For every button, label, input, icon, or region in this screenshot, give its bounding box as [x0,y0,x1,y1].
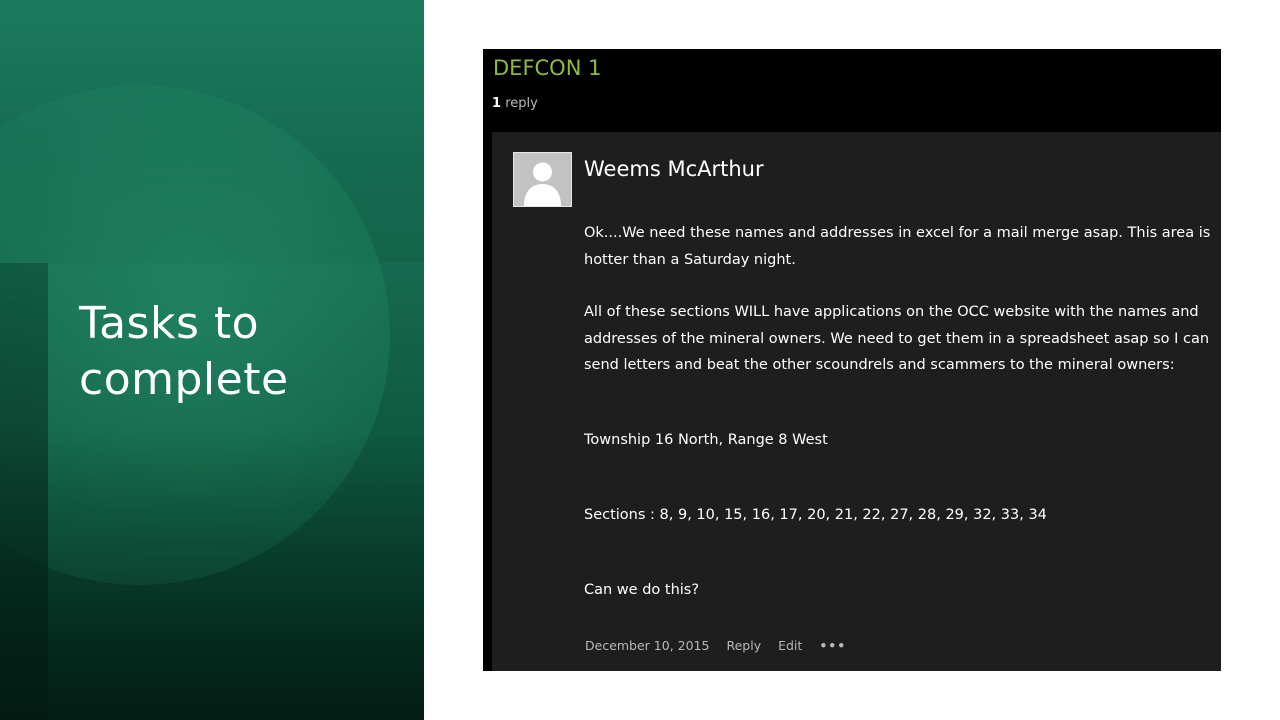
post-meta-bar: December 10, 2015 Reply Edit ••• [585,635,846,657]
reply-button[interactable]: Reply [726,635,761,657]
edit-button[interactable]: Edit [778,635,802,657]
default-user-avatar-icon[interactable] [513,152,572,207]
post-body: Ok....We need these names and addresses … [584,220,1214,604]
forum-thread-screenshot: DEFCON 1 1 reply Weems McArthur Ok....We… [483,49,1221,671]
post-paragraph: Can we do this? [584,582,700,598]
panel-bottom-shade [0,430,424,720]
post-date: December 10, 2015 [585,638,710,653]
post-author[interactable]: Weems McArthur [584,154,764,184]
post-paragraph: Sections : 8, 9, 10, 15, 16, 17, 20, 21,… [584,507,1047,523]
slide: Tasks to complete DEFCON 1 1 reply Weems… [0,0,1280,720]
slide-title-line-2: complete [79,354,289,405]
slide-title: Tasks to complete [79,296,409,408]
post-paragraph: Township 16 North, Range 8 West [584,432,828,448]
left-green-panel: Tasks to complete [0,0,424,720]
slide-title-line-1: Tasks to [79,298,260,349]
reply-count-number: 1 [492,96,502,111]
post-paragraph: All of these sections WILL have applicat… [584,304,1210,373]
reply-count: 1 reply [492,95,538,113]
reply-count-label: reply [505,96,538,111]
post-paragraph: Ok....We need these names and addresses … [584,225,1211,268]
avatar-silhouette [514,153,571,206]
forum-post: Weems McArthur Ok....We need these names… [492,132,1221,671]
more-options-icon[interactable]: ••• [819,635,846,657]
thread-title[interactable]: DEFCON 1 [493,53,601,83]
